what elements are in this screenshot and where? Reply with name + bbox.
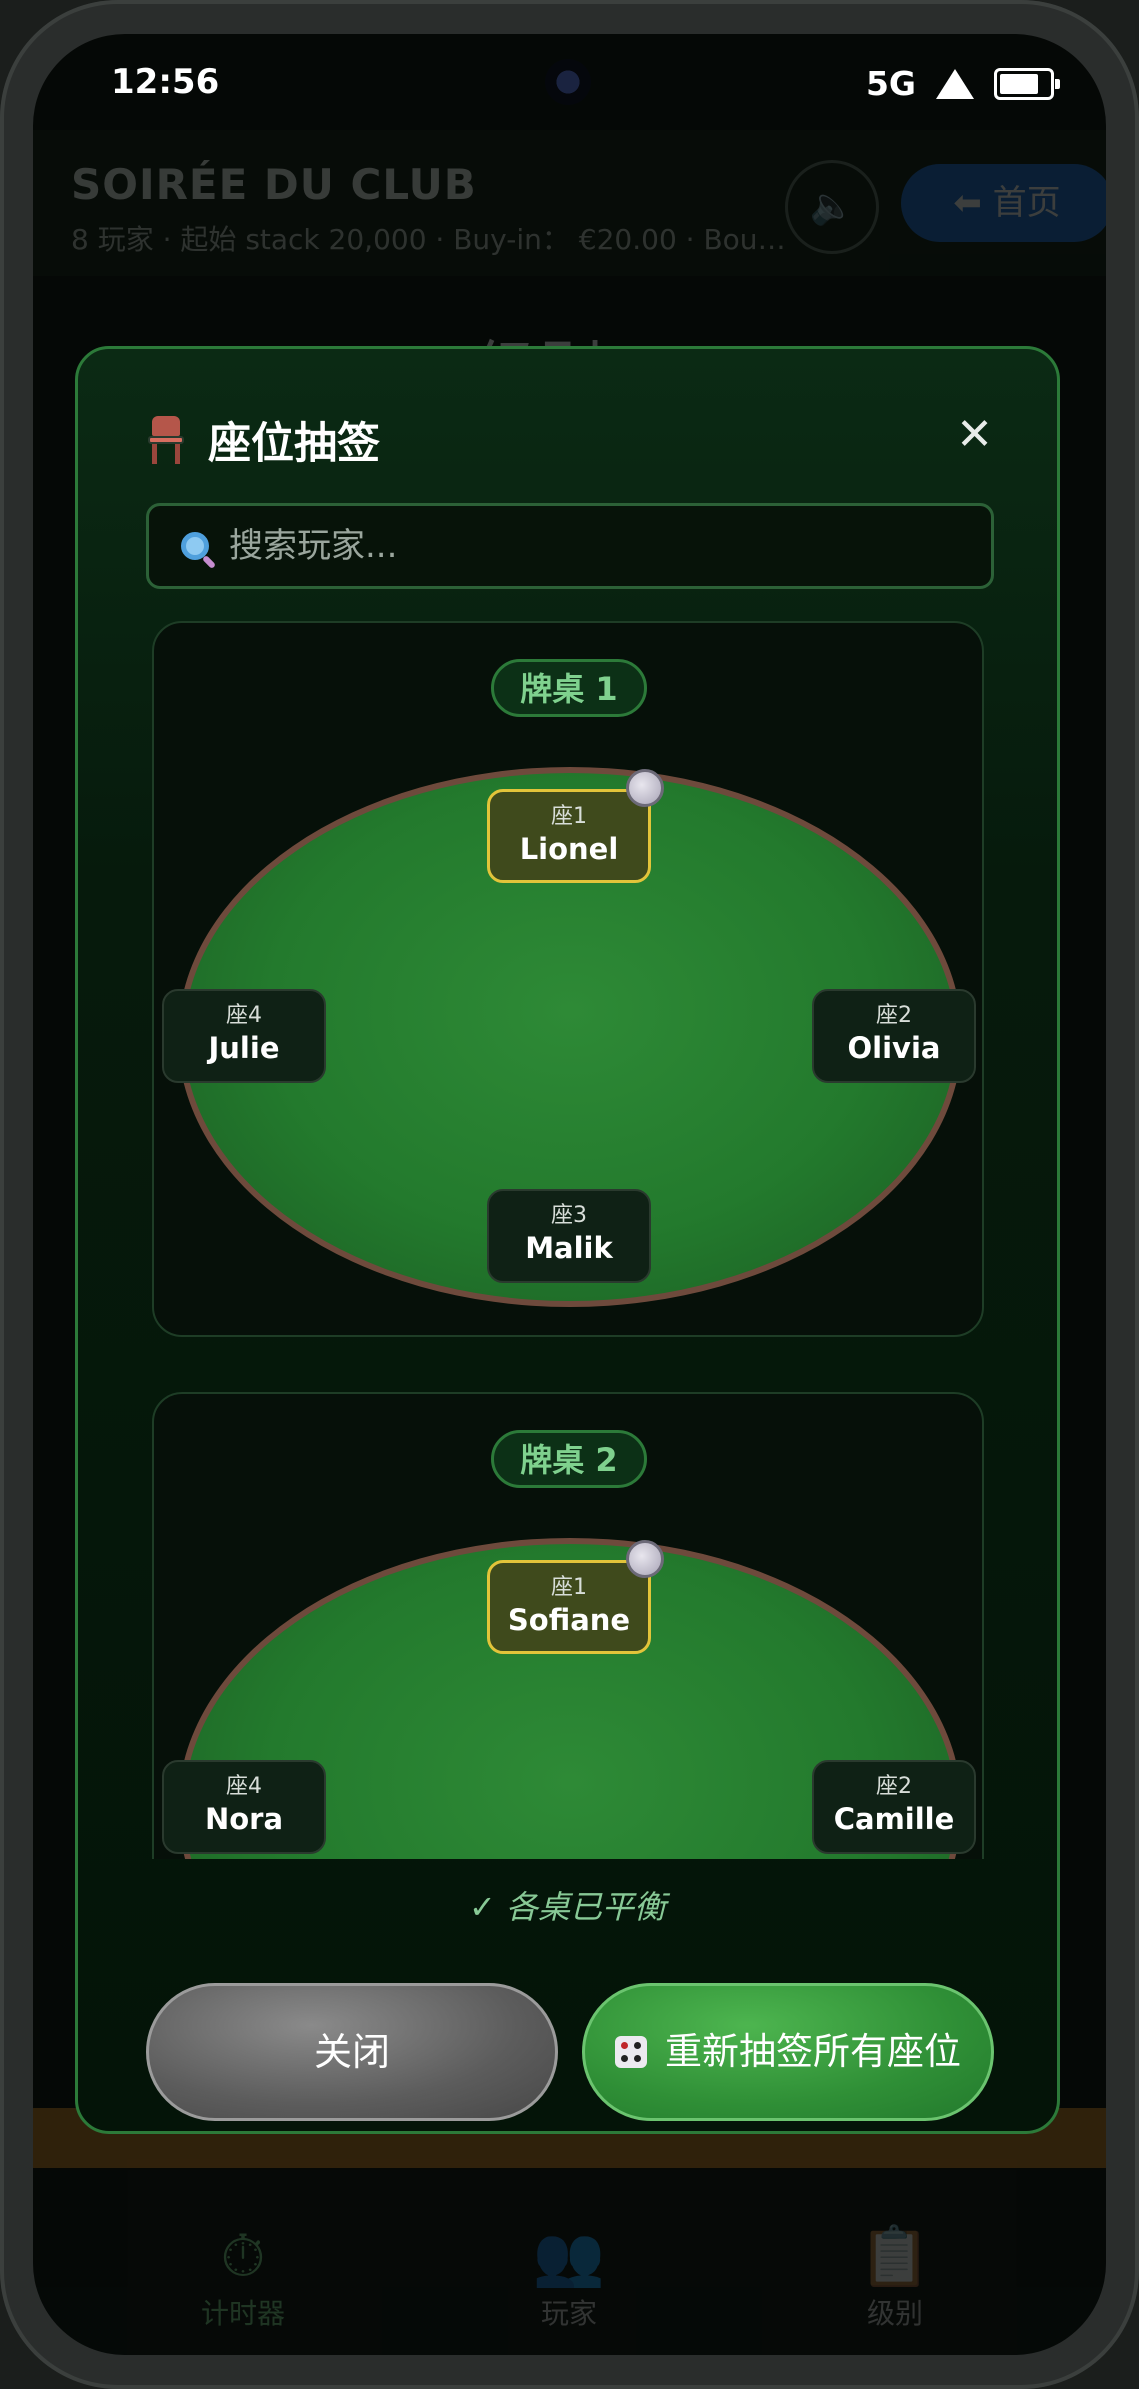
tournament-subtitle: 8 玩家 · 起始 stack 20,000 · Buy-in： €20.00 … bbox=[71, 223, 791, 256]
close-button[interactable]: 关闭 bbox=[146, 1983, 558, 2121]
seat-player-name: Camille bbox=[833, 1802, 955, 1836]
sound-button[interactable]: 🔈 bbox=[785, 160, 879, 254]
chair-icon bbox=[146, 416, 186, 464]
app-header: SOIRÉE DU CLUB 8 玩家 · 起始 stack 20,000 · … bbox=[33, 130, 1106, 276]
redraw-all-seats-button[interactable]: 重新抽签所有座位 bbox=[582, 1983, 994, 2121]
seat-number: 座1 bbox=[551, 1575, 587, 1600]
seat-number: 座1 bbox=[551, 804, 587, 829]
seat-number: 座2 bbox=[876, 1003, 912, 1028]
home-button[interactable]: ⬅ 首页 bbox=[901, 164, 1106, 242]
dice-icon bbox=[615, 2036, 647, 2068]
search-input[interactable] bbox=[227, 525, 991, 567]
search-icon bbox=[181, 532, 209, 560]
clipboard-icon: 📋 bbox=[858, 2222, 932, 2290]
table-name-badge: 牌桌 1 bbox=[491, 659, 647, 717]
tab-players[interactable]: 👥 玩家 bbox=[439, 2220, 699, 2332]
seat-number: 座4 bbox=[226, 1003, 262, 1028]
modal-header: 座位抽签 bbox=[146, 409, 380, 471]
seat-card[interactable]: 座1 Sofiane bbox=[487, 1560, 651, 1654]
tab-timer[interactable]: ⏱ 计时器 bbox=[113, 2220, 373, 2332]
screen: 12:56 5G SOIRÉE DU CLUB 8 玩家 · 起始 stack … bbox=[33, 34, 1106, 2355]
seat-card[interactable]: 座4 Nora bbox=[162, 1760, 326, 1854]
phone-frame: 12:56 5G SOIRÉE DU CLUB 8 玩家 · 起始 stack … bbox=[0, 0, 1139, 2389]
tournament-title: SOIRÉE DU CLUB bbox=[71, 160, 477, 209]
seat-player-name: Julie bbox=[208, 1031, 280, 1065]
tab-levels[interactable]: 📋 级别 bbox=[765, 2220, 1025, 2332]
seat-player-name: Sofiane bbox=[507, 1603, 631, 1637]
seat-card[interactable]: 座2 Olivia bbox=[812, 989, 976, 1083]
network-label: 5G bbox=[865, 64, 916, 103]
table-card: 牌桌 1 座1 Lionel 座2 Olivia 座3 Malik 座4 Jul… bbox=[152, 621, 984, 1337]
dealer-button-icon bbox=[626, 769, 664, 807]
tab-label: 计时器 bbox=[200, 2297, 285, 2330]
search-box bbox=[146, 503, 994, 589]
players-icon: 👥 bbox=[532, 2222, 606, 2290]
seat-card[interactable]: 座4 Julie bbox=[162, 989, 326, 1083]
status-time: 12:56 bbox=[111, 62, 220, 102]
speaker-icon: 🔈 bbox=[809, 186, 855, 227]
tables-list[interactable]: 牌桌 1 座1 Lionel 座2 Olivia 座3 Malik 座4 Jul… bbox=[152, 621, 986, 1859]
modal-title: 座位抽签 bbox=[208, 419, 380, 469]
table-card: 牌桌 2 座1 Sofiane 座2 Camille 座4 Nora bbox=[152, 1392, 984, 1859]
front-camera bbox=[545, 59, 591, 105]
signal-icon bbox=[936, 68, 974, 99]
seat-card[interactable]: 座2 Camille bbox=[812, 1760, 976, 1854]
seat-card[interactable]: 座3 Malik bbox=[487, 1189, 651, 1283]
seat-player-name: Nora bbox=[204, 1802, 284, 1836]
dealer-button-icon bbox=[626, 1540, 664, 1578]
seat-number: 座2 bbox=[876, 1774, 912, 1799]
seat-player-name: Olivia bbox=[847, 1031, 941, 1065]
seat-player-name: Malik bbox=[525, 1231, 613, 1265]
seat-card[interactable]: 座1 Lionel bbox=[487, 789, 651, 883]
status-indicators: 5G bbox=[865, 64, 1060, 103]
close-icon[interactable]: ✕ bbox=[956, 411, 993, 459]
battery-icon bbox=[994, 67, 1060, 100]
tab-label: 级别 bbox=[866, 2297, 923, 2330]
seat-number: 座4 bbox=[226, 1774, 262, 1799]
balance-status: ✓ 各桌已平衡 bbox=[469, 1888, 666, 1926]
table-name-badge: 牌桌 2 bbox=[491, 1430, 647, 1488]
stopwatch-icon: ⏱ bbox=[220, 2222, 266, 2290]
seat-draw-modal: 座位抽签 ✕ 牌桌 1 座1 Lionel 座2 bbox=[75, 346, 1060, 2134]
tab-bar: ⏱ 计时器 👥 玩家 📋 级别 bbox=[33, 2170, 1106, 2355]
seat-player-name: Lionel bbox=[519, 832, 619, 866]
redraw-button-label: 重新抽签所有座位 bbox=[665, 2030, 961, 2073]
tab-label: 玩家 bbox=[540, 2297, 597, 2330]
seat-number: 座3 bbox=[551, 1203, 587, 1228]
